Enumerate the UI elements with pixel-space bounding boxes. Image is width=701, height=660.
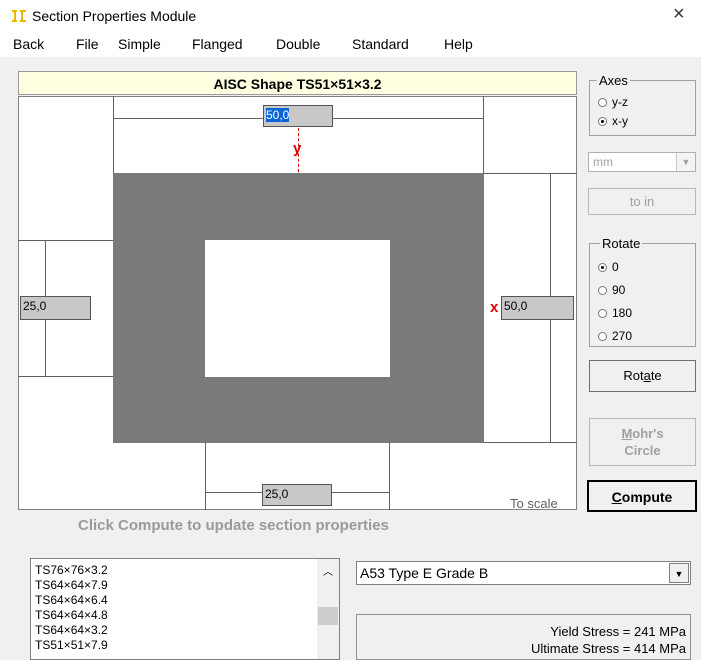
dim-top-value: 50,0 xyxy=(266,108,290,122)
shape-list[interactable]: TS76×76×3.2 TS64×64×7.9 TS64×64×6.4 TS64… xyxy=(30,558,340,660)
to-in-button[interactable]: to in xyxy=(588,188,696,215)
radio-selected-icon xyxy=(598,263,607,273)
axes-group-title: Axes xyxy=(597,73,630,88)
axes-option-xy-label: x-y xyxy=(612,114,628,128)
dim-right-input[interactable]: 50,0 xyxy=(501,296,574,320)
menu-simple[interactable]: Simple xyxy=(118,36,161,52)
axes-option-yz-label: y-z xyxy=(612,95,628,109)
menu-standard[interactable]: Standard xyxy=(352,36,409,52)
close-icon[interactable]: × xyxy=(673,4,685,24)
radio-selected-icon xyxy=(598,117,607,127)
list-item[interactable]: TS64×64×3.2 xyxy=(35,623,108,637)
menu-bar xyxy=(0,32,701,56)
list-item[interactable]: TS64×64×6.4 xyxy=(35,593,108,607)
y-axis-label: y xyxy=(293,140,302,157)
chevron-up-icon[interactable]: ︿ xyxy=(323,563,333,578)
rotate-option-90-label: 90 xyxy=(612,283,626,297)
axes-option-yz[interactable]: y-z xyxy=(598,95,628,109)
chevron-down-icon[interactable]: ▼ xyxy=(669,563,689,583)
rotate-button[interactable]: Rotate xyxy=(589,360,696,392)
units-value: mm xyxy=(593,155,613,169)
scrollbar-thumb[interactable] xyxy=(318,607,338,625)
dim-line xyxy=(483,442,577,443)
dim-left-input[interactable]: 25,0 xyxy=(20,296,91,320)
app-icon xyxy=(12,10,26,22)
mohrs-circle-line1: Mohr's xyxy=(621,426,664,441)
x-axis-label: x xyxy=(490,299,499,316)
dim-line xyxy=(18,376,113,377)
rotate-option-90[interactable]: 90 xyxy=(598,283,625,297)
radio-icon xyxy=(598,286,607,296)
axes-option-xy[interactable]: x-y xyxy=(598,114,628,128)
rotate-option-180-label: 180 xyxy=(612,306,633,320)
shape-title: AISC Shape TS51×51×3.2 xyxy=(18,71,577,95)
menu-back[interactable]: Back xyxy=(13,36,44,52)
radio-icon xyxy=(598,309,607,319)
to-scale-label: To scale xyxy=(510,496,558,511)
menu-flanged[interactable]: Flanged xyxy=(192,36,243,52)
compute-button[interactable]: Compute xyxy=(587,480,697,512)
ultimate-stress: Ultimate Stress = 414 MPa xyxy=(531,641,686,656)
tube-inner-void xyxy=(205,240,390,377)
rotate-option-180[interactable]: 180 xyxy=(598,306,632,320)
yield-stress: Yield Stress = 241 MPa xyxy=(550,624,686,639)
rotate-group-title: Rotate xyxy=(600,236,643,251)
dim-top-input[interactable]: 50,0 xyxy=(263,105,333,127)
list-item[interactable]: TS64×64×7.9 xyxy=(35,578,108,592)
material-select[interactable]: A53 Type E Grade B ▼ xyxy=(356,561,691,585)
window-title: Section Properties Module xyxy=(32,8,197,24)
chevron-down-icon: ▼ xyxy=(676,153,695,171)
compute-hint: Click Compute to update section properti… xyxy=(78,517,389,534)
dim-bottom-input[interactable]: 25,0 xyxy=(262,484,332,506)
dim-line xyxy=(483,173,577,174)
rotate-option-0[interactable]: 0 xyxy=(598,260,619,274)
rotate-option-270-label: 270 xyxy=(612,329,633,343)
dim-line xyxy=(18,240,113,241)
dim-line xyxy=(483,96,484,173)
units-select[interactable]: mm ▼ xyxy=(588,152,696,172)
material-value: A53 Type E Grade B xyxy=(360,565,489,581)
material-properties: Yield Stress = 241 MPa Ultimate Stress =… xyxy=(356,614,691,660)
rotate-option-0-label: 0 xyxy=(612,260,619,274)
dim-line xyxy=(205,442,206,510)
mohrs-circle-line2: Circle xyxy=(624,443,661,458)
list-item[interactable]: TS76×76×3.2 xyxy=(35,563,108,577)
list-item[interactable]: TS51×51×7.9 xyxy=(35,638,108,652)
dim-line xyxy=(389,442,390,510)
menu-help[interactable]: Help xyxy=(444,36,473,52)
mohrs-circle-button[interactable]: Mohr's Circle xyxy=(589,418,696,466)
radio-icon xyxy=(598,332,607,342)
rotate-option-270[interactable]: 270 xyxy=(598,329,632,343)
radio-icon xyxy=(598,98,607,108)
list-item[interactable]: TS64×64×4.8 xyxy=(35,608,108,622)
menu-double[interactable]: Double xyxy=(276,36,320,52)
dim-line xyxy=(113,96,114,173)
menu-file[interactable]: File xyxy=(76,36,99,52)
